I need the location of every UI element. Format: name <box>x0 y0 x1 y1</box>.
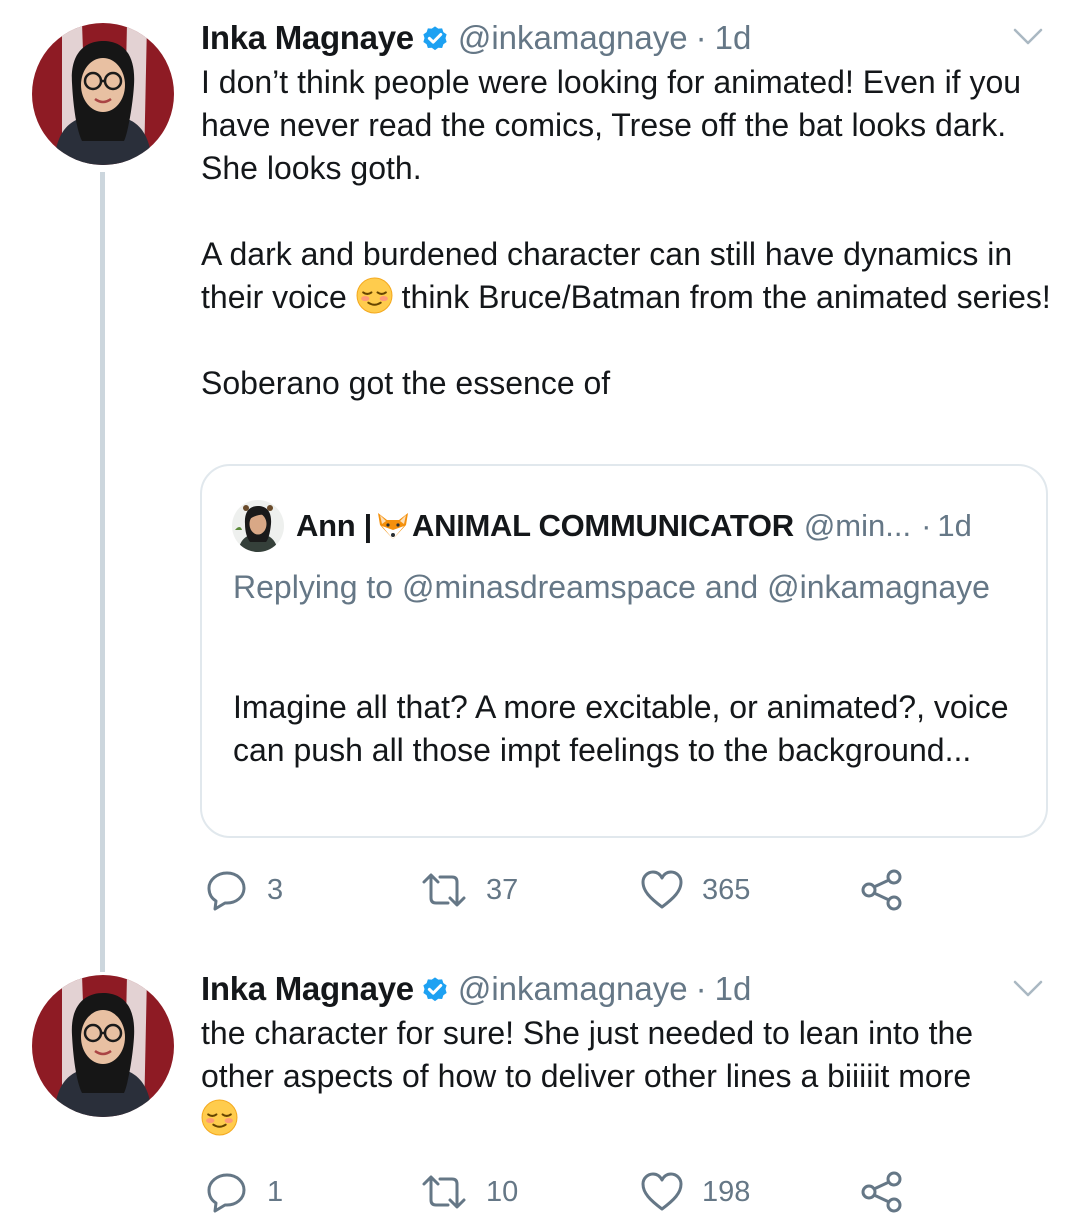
tweet-body: I don’t think people were looking for an… <box>201 61 1051 405</box>
quoted-avatar-image <box>232 500 284 552</box>
fox-emoji <box>378 513 409 539</box>
like-button[interactable]: 198 <box>640 1168 750 1216</box>
quoted-tweet-body: Imagine all that? A more excitable, or a… <box>233 689 1009 768</box>
like-button[interactable]: 365 <box>640 866 750 914</box>
tweet-header: Inka Magnaye @inkamagnaye · 1d <box>201 969 751 1009</box>
avatar-image <box>32 23 174 165</box>
retweet-button[interactable]: 10 <box>420 1168 518 1216</box>
quoted-author-name-prefix: Ann | <box>296 508 373 543</box>
chevron-down-icon[interactable] <box>1013 28 1043 46</box>
author-handle[interactable]: @inkamagnaye <box>458 969 688 1009</box>
tweet-text-segment: think Bruce/Batman from the animated ser… <box>401 279 1051 315</box>
reply-count: 3 <box>267 873 284 906</box>
quoted-tweet-timestamp[interactable]: 1d <box>937 508 971 544</box>
replying-to-text[interactable]: Replying to @minasdreamspace and @inkama… <box>233 566 1013 609</box>
tweet-text-segment: the character for sure! She just needed … <box>201 1015 974 1094</box>
share-icon <box>861 869 902 911</box>
quoted-author-handle[interactable]: @min... <box>804 508 911 544</box>
reply-count: 1 <box>267 1175 284 1208</box>
retweet-count: 37 <box>486 873 519 906</box>
share-icon <box>861 1171 902 1213</box>
tweet-timestamp[interactable]: 1d <box>715 969 752 1009</box>
reply-icon <box>207 1173 246 1213</box>
share-button[interactable] <box>860 1168 904 1216</box>
tweet-header: Inka Magnaye @inkamagnaye · 1d <box>201 18 751 58</box>
tweet-actions: 1 10 198 <box>205 1168 905 1216</box>
share-button[interactable] <box>860 866 904 914</box>
author-name[interactable]: Inka Magnaye <box>201 18 414 58</box>
avatar[interactable] <box>32 975 174 1117</box>
like-count: 365 <box>702 873 751 906</box>
tweet-body: the character for sure! She just needed … <box>201 1012 1051 1141</box>
tweet-paragraph: I don’t think people were looking for an… <box>201 64 1022 186</box>
relieved-face-emoji <box>201 1099 238 1136</box>
avatar[interactable] <box>32 23 174 165</box>
retweet-icon <box>422 873 466 907</box>
quoted-author-name[interactable]: Ann | ANIMAL COMMUNICATOR <box>296 508 794 544</box>
quoted-tweet-header: Ann | ANIMAL COMMUNICATOR @min... · 1d <box>232 500 972 552</box>
verified-badge-icon <box>423 977 447 1002</box>
separator-dot: · <box>695 970 707 1007</box>
heart-icon <box>641 1172 683 1211</box>
author-name[interactable]: Inka Magnaye <box>201 969 414 1009</box>
tweet-paragraph: Soberano got the essence of <box>201 365 611 401</box>
tweet-actions: 3 37 365 <box>205 866 905 914</box>
retweet-button[interactable]: 37 <box>420 866 518 914</box>
chevron-down-icon[interactable] <box>1013 980 1043 998</box>
retweet-count: 10 <box>486 1175 519 1208</box>
like-count: 198 <box>702 1175 751 1208</box>
quoted-tweet[interactable]: Ann | ANIMAL COMMUNICATOR @min... · 1d R… <box>200 464 1048 838</box>
tweet-timestamp[interactable]: 1d <box>715 18 752 58</box>
retweet-icon <box>422 1175 466 1209</box>
reply-button[interactable]: 1 <box>205 1168 283 1216</box>
relieved-face-emoji <box>356 277 393 314</box>
verified-badge-icon <box>423 26 447 51</box>
heart-icon <box>641 870 683 909</box>
author-handle[interactable]: @inkamagnaye <box>458 18 688 58</box>
avatar-image <box>32 975 174 1117</box>
separator-dot: · <box>921 508 932 543</box>
quoted-avatar <box>232 500 284 552</box>
tweet-paragraph: A dark and burdened character can still … <box>201 233 1051 319</box>
reply-button[interactable]: 3 <box>205 866 283 914</box>
quoted-author-name-suffix: ANIMAL COMMUNICATOR <box>412 508 794 543</box>
separator-dot: · <box>695 19 707 56</box>
thread-connector-line <box>100 172 105 972</box>
reply-icon <box>207 871 246 911</box>
